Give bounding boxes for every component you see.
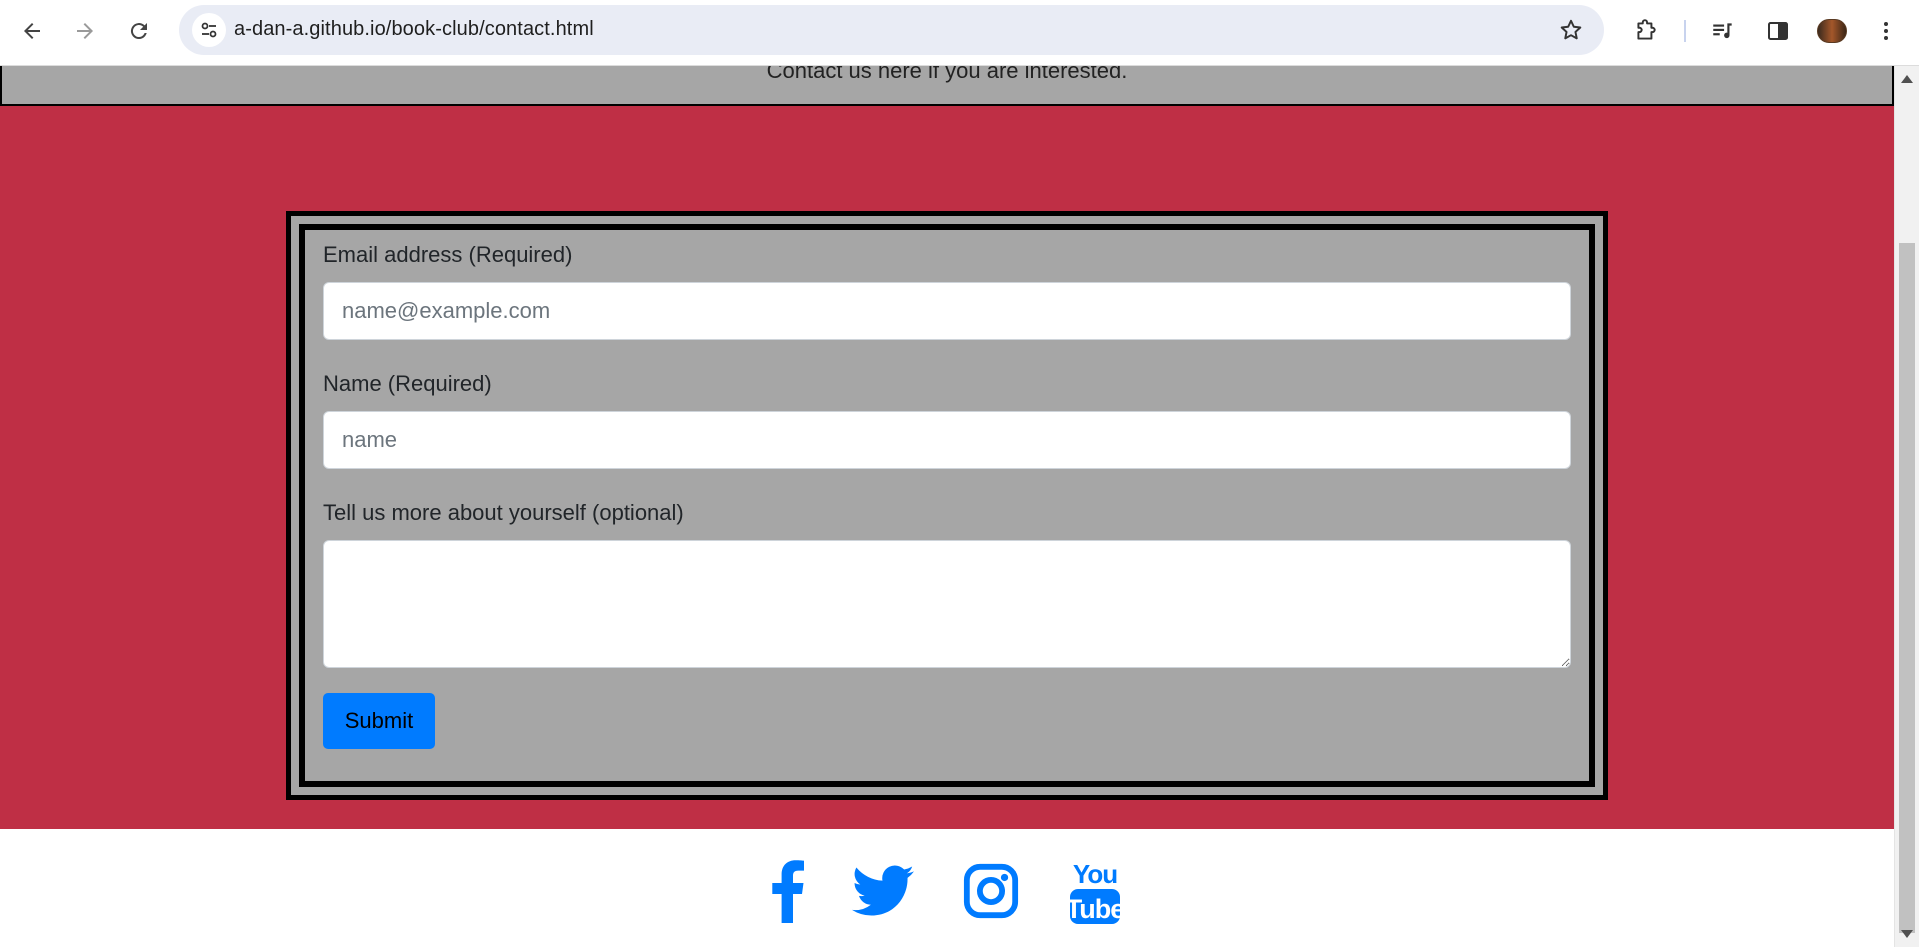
scroll-up-icon[interactable] <box>1901 75 1913 83</box>
side-panel-button[interactable] <box>1760 13 1796 49</box>
email-label: Email address (Required) <box>323 242 573 267</box>
kebab-menu-icon <box>1884 22 1888 40</box>
avatar <box>1817 19 1847 43</box>
page-scrollbar[interactable] <box>1894 66 1919 947</box>
reload-icon <box>130 23 147 40</box>
url-text[interactable]: a-dan-a.github.io/book-club/contact.html <box>234 18 594 41</box>
side-panel-icon <box>1768 22 1788 40</box>
submit-button[interactable]: Submit <box>323 693 435 749</box>
puzzle-icon <box>1637 19 1656 40</box>
facebook-icon <box>772 860 804 923</box>
scrollbar-thumb[interactable] <box>1899 243 1915 933</box>
page-viewport: Contact us here if you are interested. E… <box>0 66 1894 947</box>
scroll-down-icon[interactable] <box>1901 930 1913 938</box>
address-bar[interactable]: a-dan-a.github.io/book-club/contact.html <box>179 5 1604 55</box>
extensions-button[interactable] <box>1628 13 1664 49</box>
about-label: Tell us more about yourself (optional) <box>323 500 684 525</box>
browser-toolbar: a-dan-a.github.io/book-club/contact.html <box>0 0 1919 66</box>
media-button[interactable] <box>1705 13 1741 49</box>
playlist-icon <box>1713 23 1732 39</box>
footer: You Tube <box>0 829 1894 947</box>
toolbar-separator <box>1684 20 1686 42</box>
intro-banner: Contact us here if you are interested. <box>0 66 1894 106</box>
instagram-link[interactable] <box>959 853 1023 929</box>
bookmark-button[interactable] <box>1558 17 1584 48</box>
youtube-link[interactable]: You Tube <box>1063 853 1127 929</box>
instagram-icon <box>963 863 1019 919</box>
arrow-right-icon <box>77 23 93 39</box>
intro-text: Contact us here if you are interested. <box>766 66 1128 83</box>
forward-button[interactable] <box>67 13 103 49</box>
about-textarea[interactable] <box>323 540 1571 668</box>
site-info-button[interactable] <box>192 13 226 47</box>
reload-button[interactable] <box>121 13 157 49</box>
profile-button[interactable] <box>1814 13 1850 49</box>
contact-form: Email address (Required) Name (Required)… <box>299 224 1595 787</box>
facebook-link[interactable] <box>755 853 819 929</box>
menu-button[interactable] <box>1868 13 1904 49</box>
name-label: Name (Required) <box>323 371 492 396</box>
back-button[interactable] <box>14 13 50 49</box>
arrow-left-icon <box>24 23 40 39</box>
svg-text:You: You <box>1073 859 1117 889</box>
youtube-icon: You Tube <box>1066 859 1124 924</box>
svg-text:Tube: Tube <box>1066 894 1124 924</box>
star-icon <box>1560 19 1582 40</box>
tune-icon <box>201 22 217 38</box>
twitter-link[interactable] <box>851 853 915 929</box>
contact-form-frame: Email address (Required) Name (Required)… <box>286 211 1608 800</box>
twitter-icon <box>852 865 914 916</box>
name-field[interactable] <box>323 411 1571 469</box>
email-field[interactable] <box>323 282 1571 340</box>
